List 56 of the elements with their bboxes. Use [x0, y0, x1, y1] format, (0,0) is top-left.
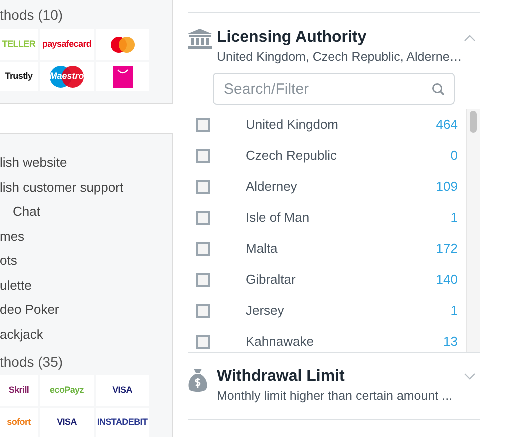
feature-item: lish website — [0, 154, 68, 172]
option-count: 0 — [450, 146, 458, 165]
option-count: 13 — [444, 332, 458, 351]
chevron-icon[interactable] — [464, 34, 476, 42]
feature-item: mes — [0, 228, 26, 246]
option-count: 1 — [450, 302, 458, 320]
option-count: 109 — [436, 178, 458, 196]
logo: VISA — [112, 384, 132, 397]
scrollbar[interactable] — [466, 109, 480, 352]
option-label[interactable]: Alderney — [246, 176, 436, 196]
section-heading: thods (10) — [0, 6, 64, 24]
logo: TELLER — [2, 38, 36, 51]
feature-item: lish customer support — [0, 178, 125, 197]
filter-title[interactable]: Withdrawal Limit — [217, 367, 345, 387]
option-label[interactable]: United Kingdom — [246, 114, 436, 134]
option-label[interactable]: Malta — [246, 238, 436, 258]
option-count: 1 — [450, 208, 458, 227]
search-field[interactable]: Search/Filter — [213, 73, 455, 105]
logo: Trustly — [5, 70, 33, 83]
filter-title[interactable]: Licensing Authority — [217, 28, 367, 48]
option-count: 464 — [436, 116, 458, 134]
checkbox[interactable] — [196, 272, 210, 286]
checkbox[interactable] — [196, 334, 210, 348]
feature-item: ots — [0, 252, 18, 270]
logo: INSTADEBIT — [97, 416, 148, 429]
feature-item: deo Poker — [0, 301, 60, 319]
option-label[interactable]: Gibraltar — [246, 270, 436, 290]
option-count: 140 — [436, 270, 458, 289]
feature-item: ulette — [0, 276, 33, 294]
money-bag-icon — [188, 368, 208, 392]
logo: Skrill — [8, 384, 30, 397]
option-label[interactable]: Isle of Man — [246, 208, 451, 228]
shopping-bag-icon — [112, 64, 134, 88]
bank-icon — [188, 29, 212, 49]
mastercard-logo-icon — [110, 36, 136, 54]
feature-item: ackjack — [0, 326, 44, 344]
logo: paysafecard — [42, 38, 92, 51]
filter-summary: United Kingdom, Czech Republic, Alderne… — [217, 49, 464, 66]
checkbox[interactable] — [196, 148, 210, 162]
option-label[interactable]: Czech Republic — [246, 146, 451, 166]
option-label[interactable]: Kahnawake — [246, 332, 444, 352]
option-label[interactable]: Jersey — [246, 300, 451, 320]
logo: VISA — [57, 416, 77, 429]
checkbox[interactable] — [196, 242, 210, 256]
checkbox[interactable] — [196, 180, 210, 194]
option-count: 172 — [436, 240, 458, 258]
checkbox[interactable] — [196, 210, 210, 224]
search-icon[interactable] — [432, 83, 445, 96]
checkbox[interactable] — [196, 118, 210, 132]
section-heading: thods (35) — [0, 353, 64, 371]
logo: sofort — [7, 416, 31, 429]
checkbox[interactable] — [196, 304, 210, 318]
filter-summary: Monthly limit higher than certain amount ... — [217, 388, 454, 405]
chevron-icon[interactable] — [464, 373, 476, 381]
logo: ecoPayz — [50, 384, 84, 397]
feature-item: Chat — [12, 203, 42, 221]
